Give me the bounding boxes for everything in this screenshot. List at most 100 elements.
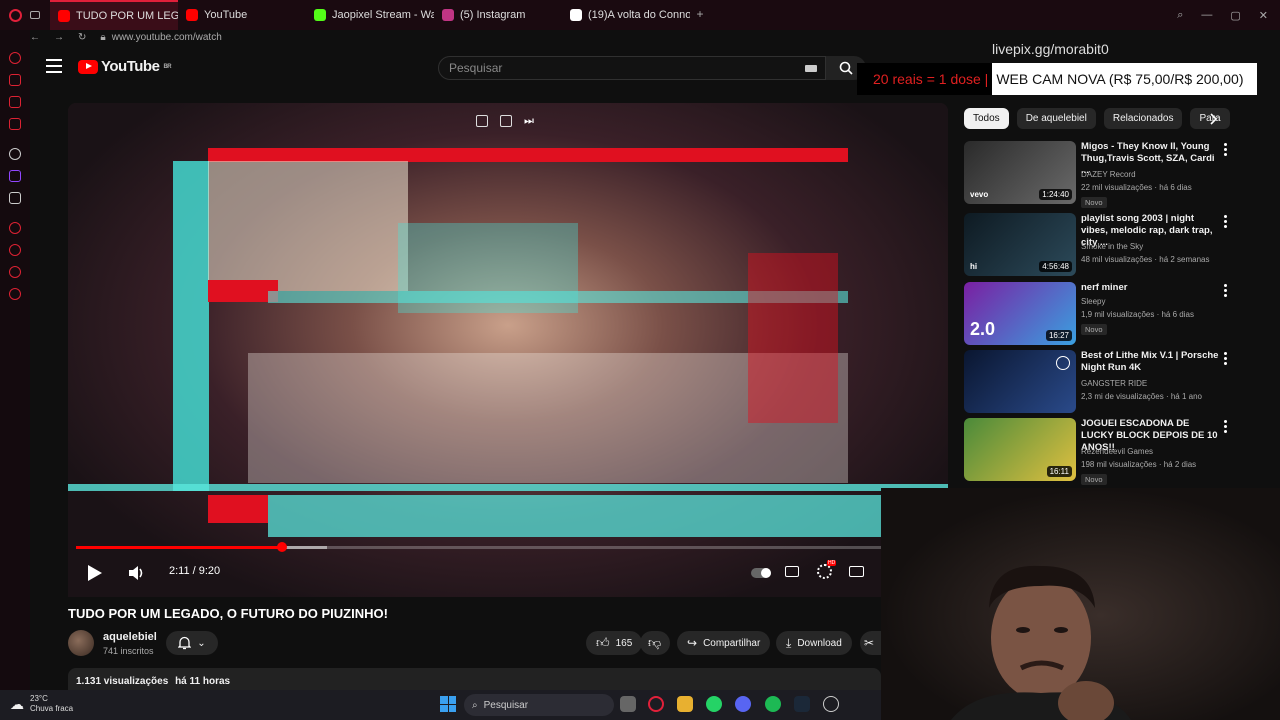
forward-icon[interactable]: → — [54, 32, 64, 43]
steam-icon[interactable] — [794, 696, 810, 712]
filter-chip[interactable]: De aquelebiel — [1016, 108, 1096, 129]
share-button[interactable]: ↪ Compartilhar — [677, 631, 771, 655]
browser-tab-bar: TUDO POR UM LEGADO, YouTube Jaopixel Strea… — [0, 0, 1280, 30]
hamburger-menu-icon[interactable] — [46, 59, 62, 73]
recommendation-item[interactable]: 2.0 16:27 nerf miner Sleepy 1,9 mil visualiz… — [964, 282, 1264, 346]
sidebar-aria-icon[interactable] — [9, 52, 21, 64]
search-icon — [839, 61, 853, 75]
recommendation-views: 1,9 mil visualizações — [1081, 310, 1155, 319]
keyboard-icon[interactable] — [805, 65, 817, 72]
autoplay-toggle[interactable] — [751, 568, 771, 578]
filter-chip[interactable]: Relacionados — [1103, 108, 1183, 129]
video-thumbnail[interactable] — [964, 350, 1076, 413]
sidebar-shopping-icon[interactable] — [9, 74, 21, 86]
obs-icon[interactable] — [823, 696, 839, 712]
clip-button[interactable]: ✂ — [860, 631, 882, 655]
theater-mode-icon[interactable] — [849, 566, 864, 577]
recommendation-views: 198 mil visualizações — [1081, 460, 1157, 469]
sidebar-settings-icon[interactable] — [9, 288, 21, 300]
play-icon[interactable] — [87, 564, 103, 582]
opera-logo-icon[interactable] — [0, 0, 30, 30]
more-options-icon[interactable] — [1224, 143, 1228, 156]
glitch-bar — [208, 495, 268, 523]
sidebar-telegram-icon[interactable] — [9, 148, 21, 160]
more-options-icon[interactable] — [1224, 215, 1228, 228]
progress-bar[interactable] — [76, 542, 940, 552]
windows-start-icon[interactable] — [440, 696, 456, 712]
recommendation-channel[interactable]: Rezendeevil Games — [1081, 447, 1153, 456]
video-thumbnail[interactable]: 16:11 — [964, 418, 1076, 481]
recommendation-title[interactable]: Best of Lithe Mix V.1 | Porsche Night Ru… — [1081, 350, 1221, 374]
miniplayer-icon[interactable] — [476, 115, 488, 127]
recommendation-item[interactable]: hi 4:56:48 playlist song 2003 | night vibe… — [964, 213, 1264, 277]
sidebar-whatsapp-icon[interactable] — [9, 118, 21, 130]
browser-tab[interactable]: (19)A volta do Connor no — [562, 0, 690, 30]
download-icon: ⤓ — [786, 635, 792, 650]
watch-later-icon[interactable] — [1056, 356, 1070, 370]
subscription-bell-button[interactable]: ⌄ — [166, 631, 218, 655]
lock-icon: 🔒︎ — [100, 31, 106, 43]
opera-taskbar-icon[interactable] — [648, 696, 664, 712]
discord-icon[interactable] — [735, 696, 751, 712]
channel-name[interactable]: aquelebiel — [103, 631, 157, 643]
more-options-icon[interactable] — [1224, 420, 1228, 433]
url-field[interactable]: www.youtube.com/watch — [112, 32, 222, 43]
recommendation-item[interactable]: 16:11 JOGUEI ESCADONA DE LUCKY BLOCK DEPO… — [964, 418, 1264, 485]
search-tabs-icon[interactable]: ⌕ — [1177, 9, 1183, 22]
sidebar-twitch-icon[interactable] — [9, 170, 21, 182]
recommendation-item[interactable]: Best of Lithe Mix V.1 | Porsche Night Ru… — [964, 350, 1264, 414]
cast-icon[interactable] — [500, 115, 512, 127]
filter-chip[interactable]: Todos — [964, 108, 1009, 129]
sidebar-history-icon[interactable] — [9, 244, 21, 256]
settings-gear-icon[interactable] — [817, 564, 832, 579]
subtitles-icon[interactable] — [785, 566, 799, 577]
browser-tab[interactable]: YouTube — [178, 0, 306, 30]
browser-tab[interactable]: (5) Instagram — [434, 0, 562, 30]
sidebar-pinboard-icon[interactable] — [9, 266, 21, 278]
subscriber-count: 741 inscritos — [103, 646, 154, 656]
recommendation-channel[interactable]: DAZEY Record — [1081, 170, 1136, 179]
video-player[interactable]: ⏭ 2:11 / 9:20 HD — [68, 103, 948, 597]
tab-overview-icon[interactable] — [30, 0, 50, 30]
next-video-icon[interactable]: ⏭ — [524, 115, 534, 127]
browser-tab[interactable]: TUDO POR UM LEGADO, — [50, 0, 178, 30]
volume-icon[interactable] — [128, 565, 146, 581]
weather-widget[interactable]: ☁ 23°C Chuva fraca — [10, 694, 73, 714]
recommendation-channel[interactable]: Smoke in the Sky — [1081, 242, 1143, 251]
youtube-logo[interactable]: YouTube BR — [78, 58, 172, 75]
spotify-icon[interactable] — [765, 696, 781, 712]
dislike-button[interactable]: 👎︎ — [640, 631, 670, 655]
like-button[interactable]: 👍︎ 165 — [586, 631, 643, 655]
more-options-icon[interactable] — [1224, 352, 1228, 365]
minimize-icon[interactable]: — — [1201, 9, 1212, 22]
recommendation-title[interactable]: nerf miner — [1081, 282, 1221, 294]
channel-avatar[interactable] — [68, 630, 94, 656]
sidebar-x-icon[interactable] — [9, 192, 21, 204]
video-thumbnail[interactable]: vevo 1:24:40 — [964, 141, 1076, 204]
progress-scrubber[interactable] — [276, 542, 287, 552]
recommendation-channel[interactable]: Sleepy — [1081, 297, 1105, 306]
sidebar-player-icon[interactable] — [9, 222, 21, 234]
recommendation-channel[interactable]: GANGSTER RIDE — [1081, 379, 1147, 388]
taskbar-search[interactable]: ⌕ Pesquisar — [464, 694, 614, 716]
task-view-icon[interactable] — [620, 696, 636, 712]
share-label: Compartilhar — [703, 637, 761, 649]
glitch-bar — [173, 161, 209, 491]
close-icon[interactable]: ✕ — [1259, 9, 1268, 22]
browser-tab[interactable]: Jaopixel Stream - Watch — [306, 0, 434, 30]
new-tab-button[interactable]: + — [694, 8, 706, 21]
back-icon[interactable]: ← — [30, 32, 40, 43]
search-input[interactable]: Pesquisar — [438, 56, 826, 80]
file-explorer-icon[interactable] — [677, 696, 693, 712]
recommendation-item[interactable]: vevo 1:24:40 Migos - They Know II, Young T… — [964, 141, 1264, 208]
chevron-right-icon[interactable] — [1210, 112, 1218, 130]
more-options-icon[interactable] — [1224, 284, 1228, 297]
sidebar-messenger-icon[interactable] — [9, 96, 21, 108]
download-button[interactable]: ⤓ Download — [776, 631, 852, 655]
reload-icon[interactable]: ↻ — [78, 32, 86, 43]
maximize-icon[interactable]: ▢ — [1230, 9, 1240, 22]
whatsapp-icon[interactable] — [706, 696, 722, 712]
video-thumbnail[interactable]: 2.0 16:27 — [964, 282, 1076, 345]
thumbnail-text: hi — [970, 262, 978, 271]
video-thumbnail[interactable]: hi 4:56:48 — [964, 213, 1076, 276]
